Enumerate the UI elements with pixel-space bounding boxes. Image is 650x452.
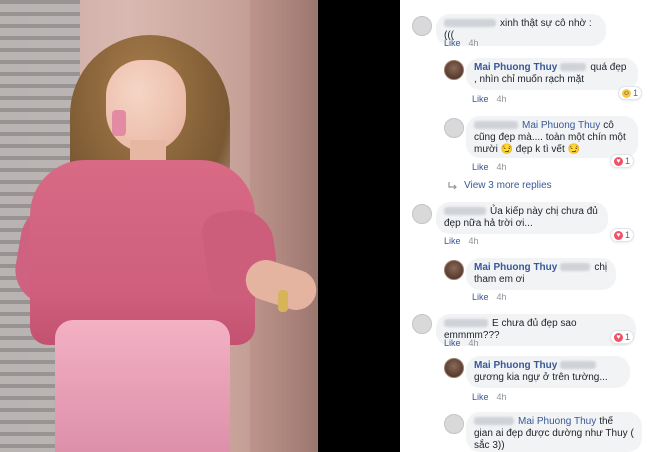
comment-bubble: Mai Phuong Thuy thế gian ai đẹp được dườn… (466, 412, 642, 452)
blurred-name (560, 361, 597, 370)
reaction-count[interactable]: ♥ 1 (610, 154, 635, 168)
comment-bubble: Ủa kiếp này chị chưa đủ đẹp nữa hả trời … (436, 202, 608, 234)
comment-meta: Like 4h (444, 38, 479, 48)
comments-panel: xinh thật sự cô nhờ :((( Like 4h Mai Phuo… (400, 0, 650, 452)
avatar[interactable] (412, 204, 432, 224)
comment-meta: Like 4h (472, 392, 507, 402)
timestamp[interactable]: 4h (497, 292, 507, 302)
comment-meta: Like 4h (472, 292, 507, 302)
heart-icon: ♥ (614, 156, 623, 166)
tagged-user[interactable]: Mai Phuong Thuy (522, 120, 600, 131)
like-link[interactable]: Like (444, 236, 461, 246)
view-more-replies[interactable]: View 3 more replies (448, 180, 552, 191)
avatar[interactable] (412, 16, 432, 36)
comment: xinh thật sự cô nhờ :((( Like 4h (400, 0, 650, 52)
view-more-label[interactable]: View 3 more replies (464, 180, 552, 191)
timestamp[interactable]: 4h (469, 338, 479, 348)
comment-bubble: Mai Phuong Thuy chị tham em ơi (466, 258, 616, 290)
wrist-watch (278, 290, 288, 312)
blurred-name (560, 63, 587, 72)
like-link[interactable]: Like (472, 162, 489, 172)
earring (112, 110, 126, 136)
blurred-name (474, 121, 518, 130)
avatar[interactable] (444, 358, 464, 378)
reaction-count[interactable]: ☺ 1 (618, 86, 643, 100)
like-link[interactable]: Like (472, 392, 489, 402)
comment-meta: Like 4h (444, 338, 479, 348)
comment-bubble: Mai Phuong Thuy cô cũng đẹp mà.... toàn m… (466, 116, 638, 158)
reaction-count[interactable]: ♥ 1 (610, 330, 635, 344)
blurred-name (444, 319, 488, 328)
comment: Ủa kiếp này chị chưa đủ đẹp nữa hả trời … (400, 196, 650, 252)
comment-meta: Like 4h (444, 236, 479, 246)
comment-author[interactable]: Mai Phuong Thuy (474, 62, 557, 73)
comment-text: gương kia ngự ở trên tường... (474, 372, 608, 383)
comment-bubble: Mai Phuong Thuy quá đẹp , nhìn chỉ muốn r… (466, 58, 638, 90)
blurred-name (444, 19, 496, 28)
timestamp[interactable]: 4h (469, 38, 479, 48)
comment-meta: Like 4h (472, 162, 507, 172)
comment: E chưa đủ đẹp sao emmmm??? ♥ 1 Like 4h (400, 310, 650, 354)
comment-author[interactable]: Mai Phuong Thuy (474, 262, 557, 273)
dark-backdrop (318, 0, 400, 452)
reply: Mai Phuong Thuy cô cũng đẹp mà.... toàn m… (400, 112, 650, 174)
like-link[interactable]: Like (444, 38, 461, 48)
reply: Mai Phuong Thuy chị tham em ơi Like 4h (400, 252, 650, 310)
blurred-name (474, 417, 514, 426)
blurred-name (444, 207, 486, 216)
avatar[interactable] (444, 60, 464, 80)
pink-skirt (55, 320, 230, 452)
reply: Mai Phuong Thuygương kia ngự ở trên tườn… (400, 354, 650, 412)
blurred-name (560, 263, 591, 272)
comment-bubble: Mai Phuong Thuygương kia ngự ở trên tườn… (466, 356, 630, 388)
timestamp[interactable]: 4h (497, 94, 507, 104)
reaction-number: 1 (625, 332, 631, 342)
timestamp[interactable]: 4h (497, 392, 507, 402)
like-link[interactable]: Like (472, 292, 489, 302)
face (106, 60, 186, 152)
avatar[interactable] (444, 414, 464, 434)
reply: Mai Phuong Thuy quá đẹp , nhìn chỉ muốn r… (400, 52, 650, 112)
heart-icon: ♥ (614, 230, 623, 240)
timestamp[interactable]: 4h (469, 236, 479, 246)
haha-icon: ☺ (622, 88, 631, 98)
reaction-count[interactable]: ♥ 1 (610, 228, 635, 242)
comment-author[interactable]: Mai Phuong Thuy (474, 360, 557, 371)
tagged-user[interactable]: Mai Phuong Thuy (518, 416, 596, 427)
comment-meta: Like 4h (472, 94, 507, 104)
reply-arrow-icon (448, 181, 457, 189)
like-link[interactable]: Like (444, 338, 461, 348)
avatar[interactable] (444, 260, 464, 280)
avatar[interactable] (412, 314, 432, 334)
timestamp[interactable]: 4h (497, 162, 507, 172)
reaction-number: 1 (633, 88, 639, 98)
reaction-number: 1 (625, 230, 631, 240)
like-link[interactable]: Like (472, 94, 489, 104)
reply: Mai Phuong Thuy thế gian ai đẹp được dườn… (400, 408, 650, 452)
reaction-number: 1 (625, 156, 631, 166)
post-photo[interactable] (0, 0, 318, 452)
avatar[interactable] (444, 118, 464, 138)
heart-icon: ♥ (614, 332, 623, 342)
